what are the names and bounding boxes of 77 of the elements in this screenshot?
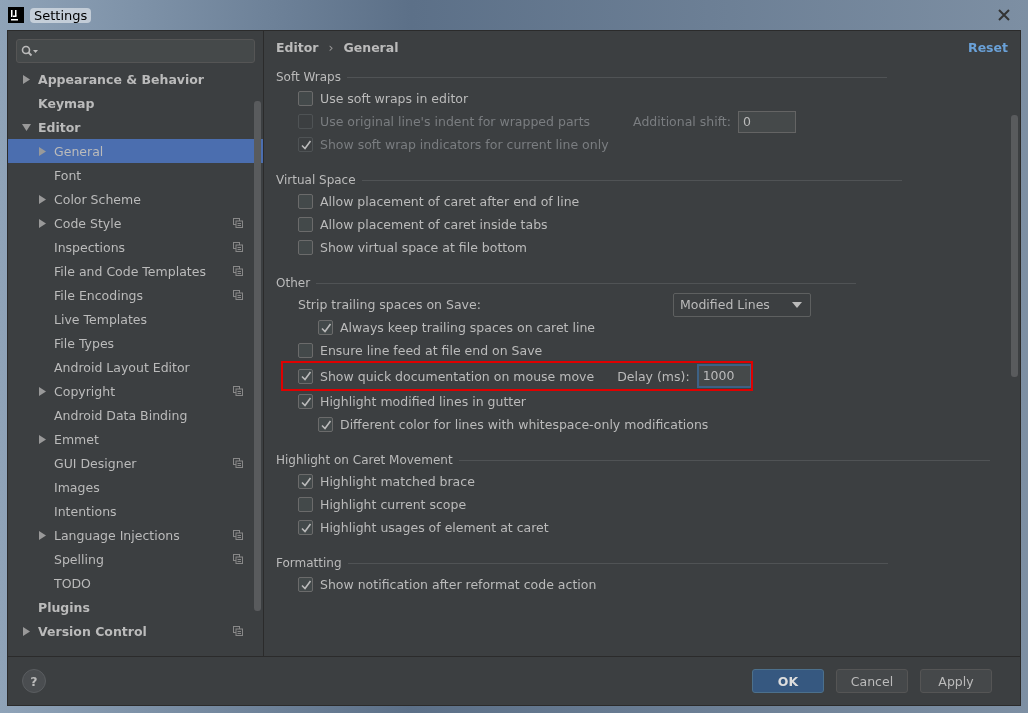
- scrollbar[interactable]: [1011, 115, 1018, 377]
- field-label: Additional shift:: [633, 114, 731, 129]
- checkbox[interactable]: [298, 240, 313, 255]
- tree-item[interactable]: Live Templates: [8, 307, 263, 331]
- option-label: Highlight usages of element at caret: [320, 520, 549, 535]
- option-label: Show quick documentation on mouse move: [320, 368, 595, 384]
- checkbox[interactable]: [298, 497, 313, 512]
- tree-item[interactable]: Editor: [8, 115, 263, 139]
- tree-item[interactable]: GUI Designer: [8, 451, 263, 475]
- checkbox[interactable]: [298, 394, 313, 409]
- option-label: Allow placement of caret after end of line: [320, 194, 580, 209]
- tree-item[interactable]: Images: [8, 475, 263, 499]
- checkbox[interactable]: [298, 343, 313, 358]
- checkbox[interactable]: [298, 577, 313, 592]
- checkbox[interactable]: [318, 320, 333, 335]
- option-label: Highlight matched brace: [320, 474, 475, 489]
- tree-item[interactable]: Emmet: [8, 427, 263, 451]
- tree-item[interactable]: Plugins: [8, 595, 263, 619]
- section-title: Virtual Space: [276, 173, 356, 187]
- breadcrumb-separator-icon: ›: [328, 39, 334, 55]
- close-icon[interactable]: [997, 8, 1011, 22]
- tree-item[interactable]: Keymap: [8, 91, 263, 115]
- tree-item[interactable]: Copyright: [8, 379, 263, 403]
- tree-item[interactable]: Color Scheme: [8, 187, 263, 211]
- option-label: Ensure line feed at file end on Save: [320, 343, 543, 358]
- tree-item[interactable]: File and Code Templates: [8, 259, 263, 283]
- tree-item[interactable]: Spelling: [8, 547, 263, 571]
- tree-item[interactable]: Intentions: [8, 499, 263, 523]
- option-label: Show virtual space at file bottom: [320, 240, 528, 255]
- tree-item[interactable]: Font: [8, 163, 263, 187]
- tree-item[interactable]: Appearance & Behavior: [8, 67, 263, 91]
- breadcrumb: General: [343, 39, 399, 55]
- option-label: Highlight modified lines in gutter: [320, 394, 526, 409]
- tree-item[interactable]: Inspections: [8, 235, 263, 259]
- search-icon: [21, 45, 39, 57]
- breadcrumb: Editor: [276, 39, 319, 55]
- section-title: Soft Wraps: [276, 70, 341, 84]
- window-title: Settings: [30, 7, 92, 23]
- tree-item[interactable]: File Encodings: [8, 283, 263, 307]
- checkbox[interactable]: [298, 217, 313, 232]
- tree-item[interactable]: TODO: [8, 571, 263, 595]
- scrollbar[interactable]: [254, 101, 261, 611]
- app-logo-icon: [8, 7, 24, 23]
- checkbox[interactable]: [298, 368, 313, 384]
- input-field[interactable]: 1000: [696, 364, 752, 388]
- option-label: Strip trailing spaces on Save:: [298, 297, 481, 312]
- dialog-button[interactable]: OK: [752, 669, 824, 693]
- checkbox[interactable]: [298, 194, 313, 209]
- option-label: Use soft wraps in editor: [320, 91, 469, 106]
- option-label: Use original line's indent for wrapped parts: [320, 114, 591, 129]
- field-label: Delay (ms):: [617, 368, 690, 384]
- checkbox[interactable]: [298, 520, 313, 535]
- option-label: Always keep trailing spaces on caret line: [340, 320, 596, 335]
- option-label: Show notification after reformat code action: [320, 577, 597, 592]
- option-label: Show soft wrap indicators for current line only: [320, 137, 609, 152]
- option-label: Highlight current scope: [320, 497, 467, 512]
- option-label: Different color for lines with whitespace-only modifications: [340, 417, 709, 432]
- dialog-button[interactable]: Apply: [920, 669, 992, 693]
- tree-item[interactable]: File Types: [8, 331, 263, 355]
- tree-item[interactable]: Language Injections: [8, 523, 263, 547]
- section-title: Highlight on Caret Movement: [276, 453, 453, 467]
- help-button[interactable]: ?: [22, 669, 46, 693]
- tree-item[interactable]: Version Control: [8, 619, 263, 643]
- section-title: Formatting: [276, 556, 342, 570]
- tree-item[interactable]: Android Layout Editor: [8, 355, 263, 379]
- reset-link[interactable]: Reset: [968, 39, 1008, 55]
- tree-item[interactable]: Android Data Binding: [8, 403, 263, 427]
- checkbox[interactable]: [298, 91, 313, 106]
- checkbox[interactable]: [318, 417, 333, 432]
- option-label: Allow placement of caret inside tabs: [320, 217, 548, 232]
- search-field[interactable]: [16, 39, 255, 63]
- checkbox[interactable]: [298, 474, 313, 489]
- dropdown[interactable]: Modified Lines: [673, 292, 811, 317]
- tree-item[interactable]: Code Style: [8, 211, 263, 235]
- dropdown-arrow-icon: [792, 301, 802, 308]
- dialog-button[interactable]: Cancel: [836, 669, 908, 693]
- section-title: Other: [276, 276, 311, 290]
